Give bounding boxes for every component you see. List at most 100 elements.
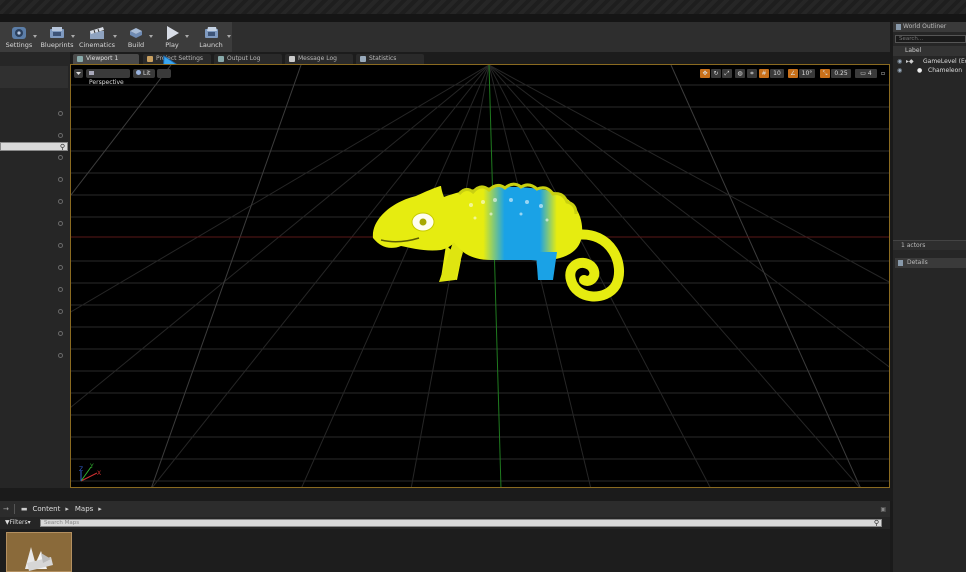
- settings-tab-icon: [147, 56, 153, 62]
- chevron-down-icon[interactable]: [71, 35, 75, 38]
- chameleon-model[interactable]: [371, 180, 631, 305]
- main-toolbar: Settings Blueprints Cinematics Build Pla…: [0, 22, 232, 52]
- chevron-down-icon[interactable]: [227, 35, 231, 38]
- rotation-snap-value[interactable]: 10°: [799, 69, 815, 78]
- visibility-eye-icon[interactable]: ◉: [897, 66, 902, 75]
- info-icon[interactable]: [58, 221, 63, 226]
- history-forward-icon[interactable]: →: [3, 505, 9, 513]
- camera-speed-button[interactable]: ▭ 4: [855, 69, 877, 78]
- info-icon[interactable]: [58, 243, 63, 248]
- scale-mode-button[interactable]: ⤢: [722, 69, 732, 78]
- breadcrumb-chevron-icon[interactable]: ▸: [65, 505, 69, 513]
- map-asset-tile[interactable]: [6, 532, 72, 572]
- chevron-down-icon[interactable]: [149, 35, 153, 38]
- info-icon[interactable]: [58, 133, 63, 138]
- camera-speed-icon: ▭: [860, 70, 868, 77]
- actor-icon: ●: [917, 67, 923, 74]
- build-button[interactable]: Build: [118, 22, 154, 52]
- info-icon[interactable]: [58, 265, 63, 270]
- launch-button[interactable]: Launch: [190, 22, 232, 52]
- lit-view-mode-button[interactable]: Lit: [133, 69, 155, 78]
- lock-icon[interactable]: ▣: [880, 506, 886, 513]
- scale-snap-toggle[interactable]: ⤡: [820, 69, 830, 78]
- rotation-snap-toggle[interactable]: ∠: [788, 69, 798, 78]
- axis-z-label: Z: [79, 466, 83, 473]
- lit-sphere-icon: [136, 70, 141, 75]
- blueprints-button[interactable]: Blueprints: [38, 22, 76, 52]
- viewport-options-button[interactable]: [74, 69, 83, 78]
- axis-y-label: Y: [89, 463, 94, 470]
- camera-speed-value: 4: [867, 70, 872, 77]
- cinematics-clapper-icon: [90, 27, 104, 39]
- viewport-tab-icon: [77, 56, 83, 62]
- tab-label: Statistics: [369, 55, 397, 62]
- outliner-row-chameleon[interactable]: ◉ ● Chameleon: [893, 66, 966, 75]
- content-search-input[interactable]: Search Maps ⚲: [40, 519, 882, 527]
- actor-count: 1 actors: [893, 240, 966, 250]
- info-icon[interactable]: [58, 331, 63, 336]
- tab-viewport-1[interactable]: Viewport 1: [73, 54, 139, 64]
- grid-snap-toggle[interactable]: #: [759, 69, 769, 78]
- settings-gear-icon: [12, 27, 26, 39]
- outliner-search-input[interactable]: Search...: [895, 35, 966, 43]
- show-flags-button[interactable]: [157, 69, 171, 78]
- info-icon[interactable]: [58, 177, 63, 182]
- level-icon: ▸◆: [906, 58, 914, 65]
- play-icon: [167, 26, 179, 40]
- blueprints-label: Blueprints: [40, 41, 74, 49]
- rotate-mode-button[interactable]: ↻: [711, 69, 721, 78]
- tab-output-log[interactable]: Output Log: [214, 54, 282, 64]
- translate-mode-button[interactable]: ✥: [700, 69, 710, 78]
- lit-label: Lit: [143, 70, 151, 77]
- blueprints-icon: [50, 27, 64, 38]
- details-title: Details: [907, 259, 928, 266]
- tab-label: Message Log: [298, 55, 337, 62]
- place-search-input[interactable]: ⚲: [0, 142, 68, 151]
- cinematics-button[interactable]: Cinematics: [76, 22, 118, 52]
- tab-label: Viewport 1: [86, 55, 119, 62]
- tab-details[interactable]: Details: [895, 258, 966, 268]
- map-asset-icon: [25, 547, 53, 571]
- scale-snap-value[interactable]: 0.25: [831, 69, 851, 78]
- breadcrumb-content[interactable]: Content: [33, 505, 61, 513]
- maximize-viewport-button[interactable]: ▫: [879, 69, 887, 78]
- details-icon: [898, 260, 903, 266]
- info-icon[interactable]: [58, 309, 63, 314]
- perspective-button[interactable]: Perspective: [86, 69, 130, 86]
- info-icon[interactable]: [58, 111, 63, 116]
- info-icon[interactable]: [58, 353, 63, 358]
- outliner-row-label: GameLevel (Editor): [923, 58, 966, 65]
- filters-label: Filters: [9, 519, 28, 526]
- surface-snap-button[interactable]: ⌗: [747, 69, 757, 78]
- world-space-button[interactable]: ◍: [735, 69, 745, 78]
- tab-message-log[interactable]: Message Log: [285, 54, 353, 64]
- level-viewport[interactable]: Perspective Lit ✥ ↻ ⤢ ◍ ⌗ # 10 ∠ 10° ⤡ 0…: [70, 64, 890, 488]
- breadcrumb-chevron-icon[interactable]: ▸: [98, 505, 102, 513]
- chevron-down-icon[interactable]: [33, 35, 37, 38]
- chevron-down-icon[interactable]: [185, 35, 189, 38]
- outliner-icon: [896, 24, 901, 30]
- panel-header: [0, 66, 68, 88]
- info-icon[interactable]: [58, 155, 63, 160]
- settings-button[interactable]: Settings: [0, 22, 38, 52]
- search-icon: ⚲: [59, 143, 65, 151]
- play-button[interactable]: Play: [154, 22, 190, 52]
- tab-label: Output Log: [227, 55, 261, 62]
- filters-button[interactable]: ▼Filters▾: [5, 519, 31, 527]
- outliner-row-gamelevel[interactable]: ◉ ▸◆ GameLevel (Editor): [893, 57, 966, 66]
- tab-world-outliner[interactable]: World Outliner: [893, 22, 966, 32]
- visibility-eye-icon[interactable]: ◉: [897, 57, 902, 66]
- launch-icon: [205, 27, 218, 38]
- separator: [13, 504, 15, 514]
- outliner-column-label[interactable]: Label: [893, 46, 966, 56]
- message-tab-icon: [289, 56, 295, 62]
- panel-splitter[interactable]: [0, 488, 893, 501]
- info-icon[interactable]: [58, 199, 63, 204]
- outliner-row-label: Chameleon: [928, 67, 963, 74]
- right-panel: World Outliner Search... Label ◉ ▸◆ Game…: [893, 22, 966, 572]
- info-icon[interactable]: [58, 287, 63, 292]
- breadcrumb-maps[interactable]: Maps: [75, 505, 93, 513]
- tab-statistics[interactable]: Statistics: [356, 54, 424, 64]
- grid-snap-value[interactable]: 10: [770, 69, 784, 78]
- chevron-down-icon[interactable]: [113, 35, 117, 38]
